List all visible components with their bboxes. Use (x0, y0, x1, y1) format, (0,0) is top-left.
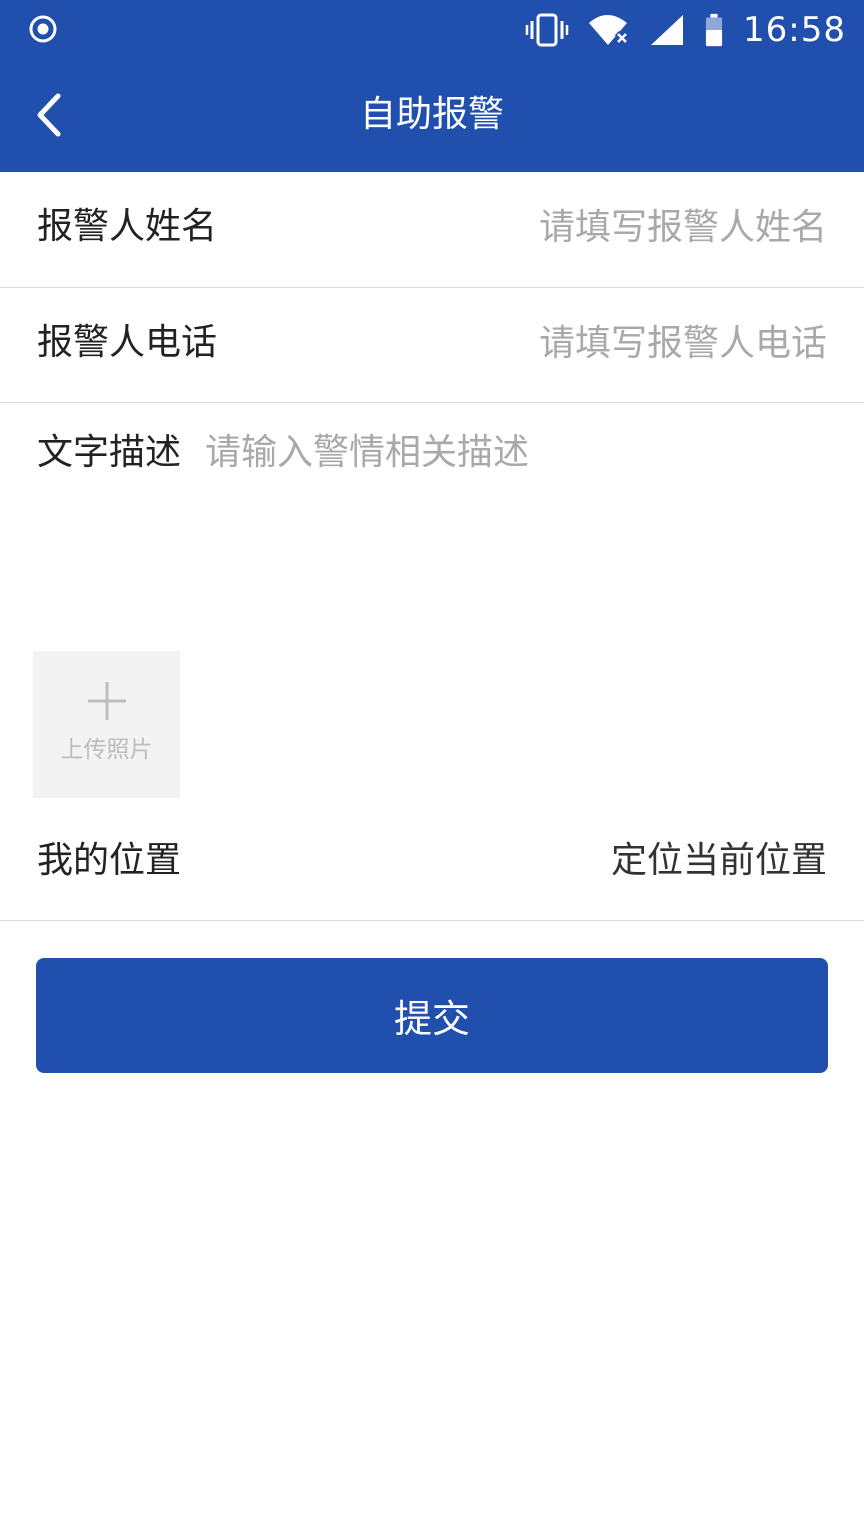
status-bar: 16:58 (0, 0, 864, 60)
name-label: 报警人姓名 (37, 206, 218, 247)
record-icon (29, 15, 57, 43)
upload-photo-button[interactable]: 上传照片 (33, 651, 180, 798)
app-header: 16:58 自助报警 (0, 0, 864, 172)
page-title: 自助报警 (359, 94, 504, 135)
wifi-no-internet-icon (589, 15, 630, 46)
submit-button[interactable]: 提交 (36, 958, 828, 1073)
name-row: 报警人姓名 (0, 172, 864, 288)
phone-input[interactable] (407, 319, 827, 369)
name-input[interactable] (407, 203, 827, 253)
plus-icon (88, 682, 126, 720)
status-icons: 16:58 (525, 10, 846, 50)
description-label: 文字描述 (37, 432, 182, 473)
upload-photo-label: 上传照片 (60, 737, 153, 763)
clock: 16:58 (743, 10, 846, 50)
vibrate-icon (525, 13, 569, 47)
nav-bar: 自助报警 (0, 60, 864, 172)
divider (0, 920, 864, 921)
location-label: 我的位置 (37, 840, 182, 881)
description-textarea[interactable] (205, 428, 825, 628)
signal-icon (651, 15, 684, 45)
phone-row: 报警人电话 (0, 288, 864, 403)
battery-icon (705, 13, 723, 47)
locate-current-position-button[interactable]: 定位当前位置 (611, 836, 827, 886)
phone-label: 报警人电话 (37, 322, 218, 363)
